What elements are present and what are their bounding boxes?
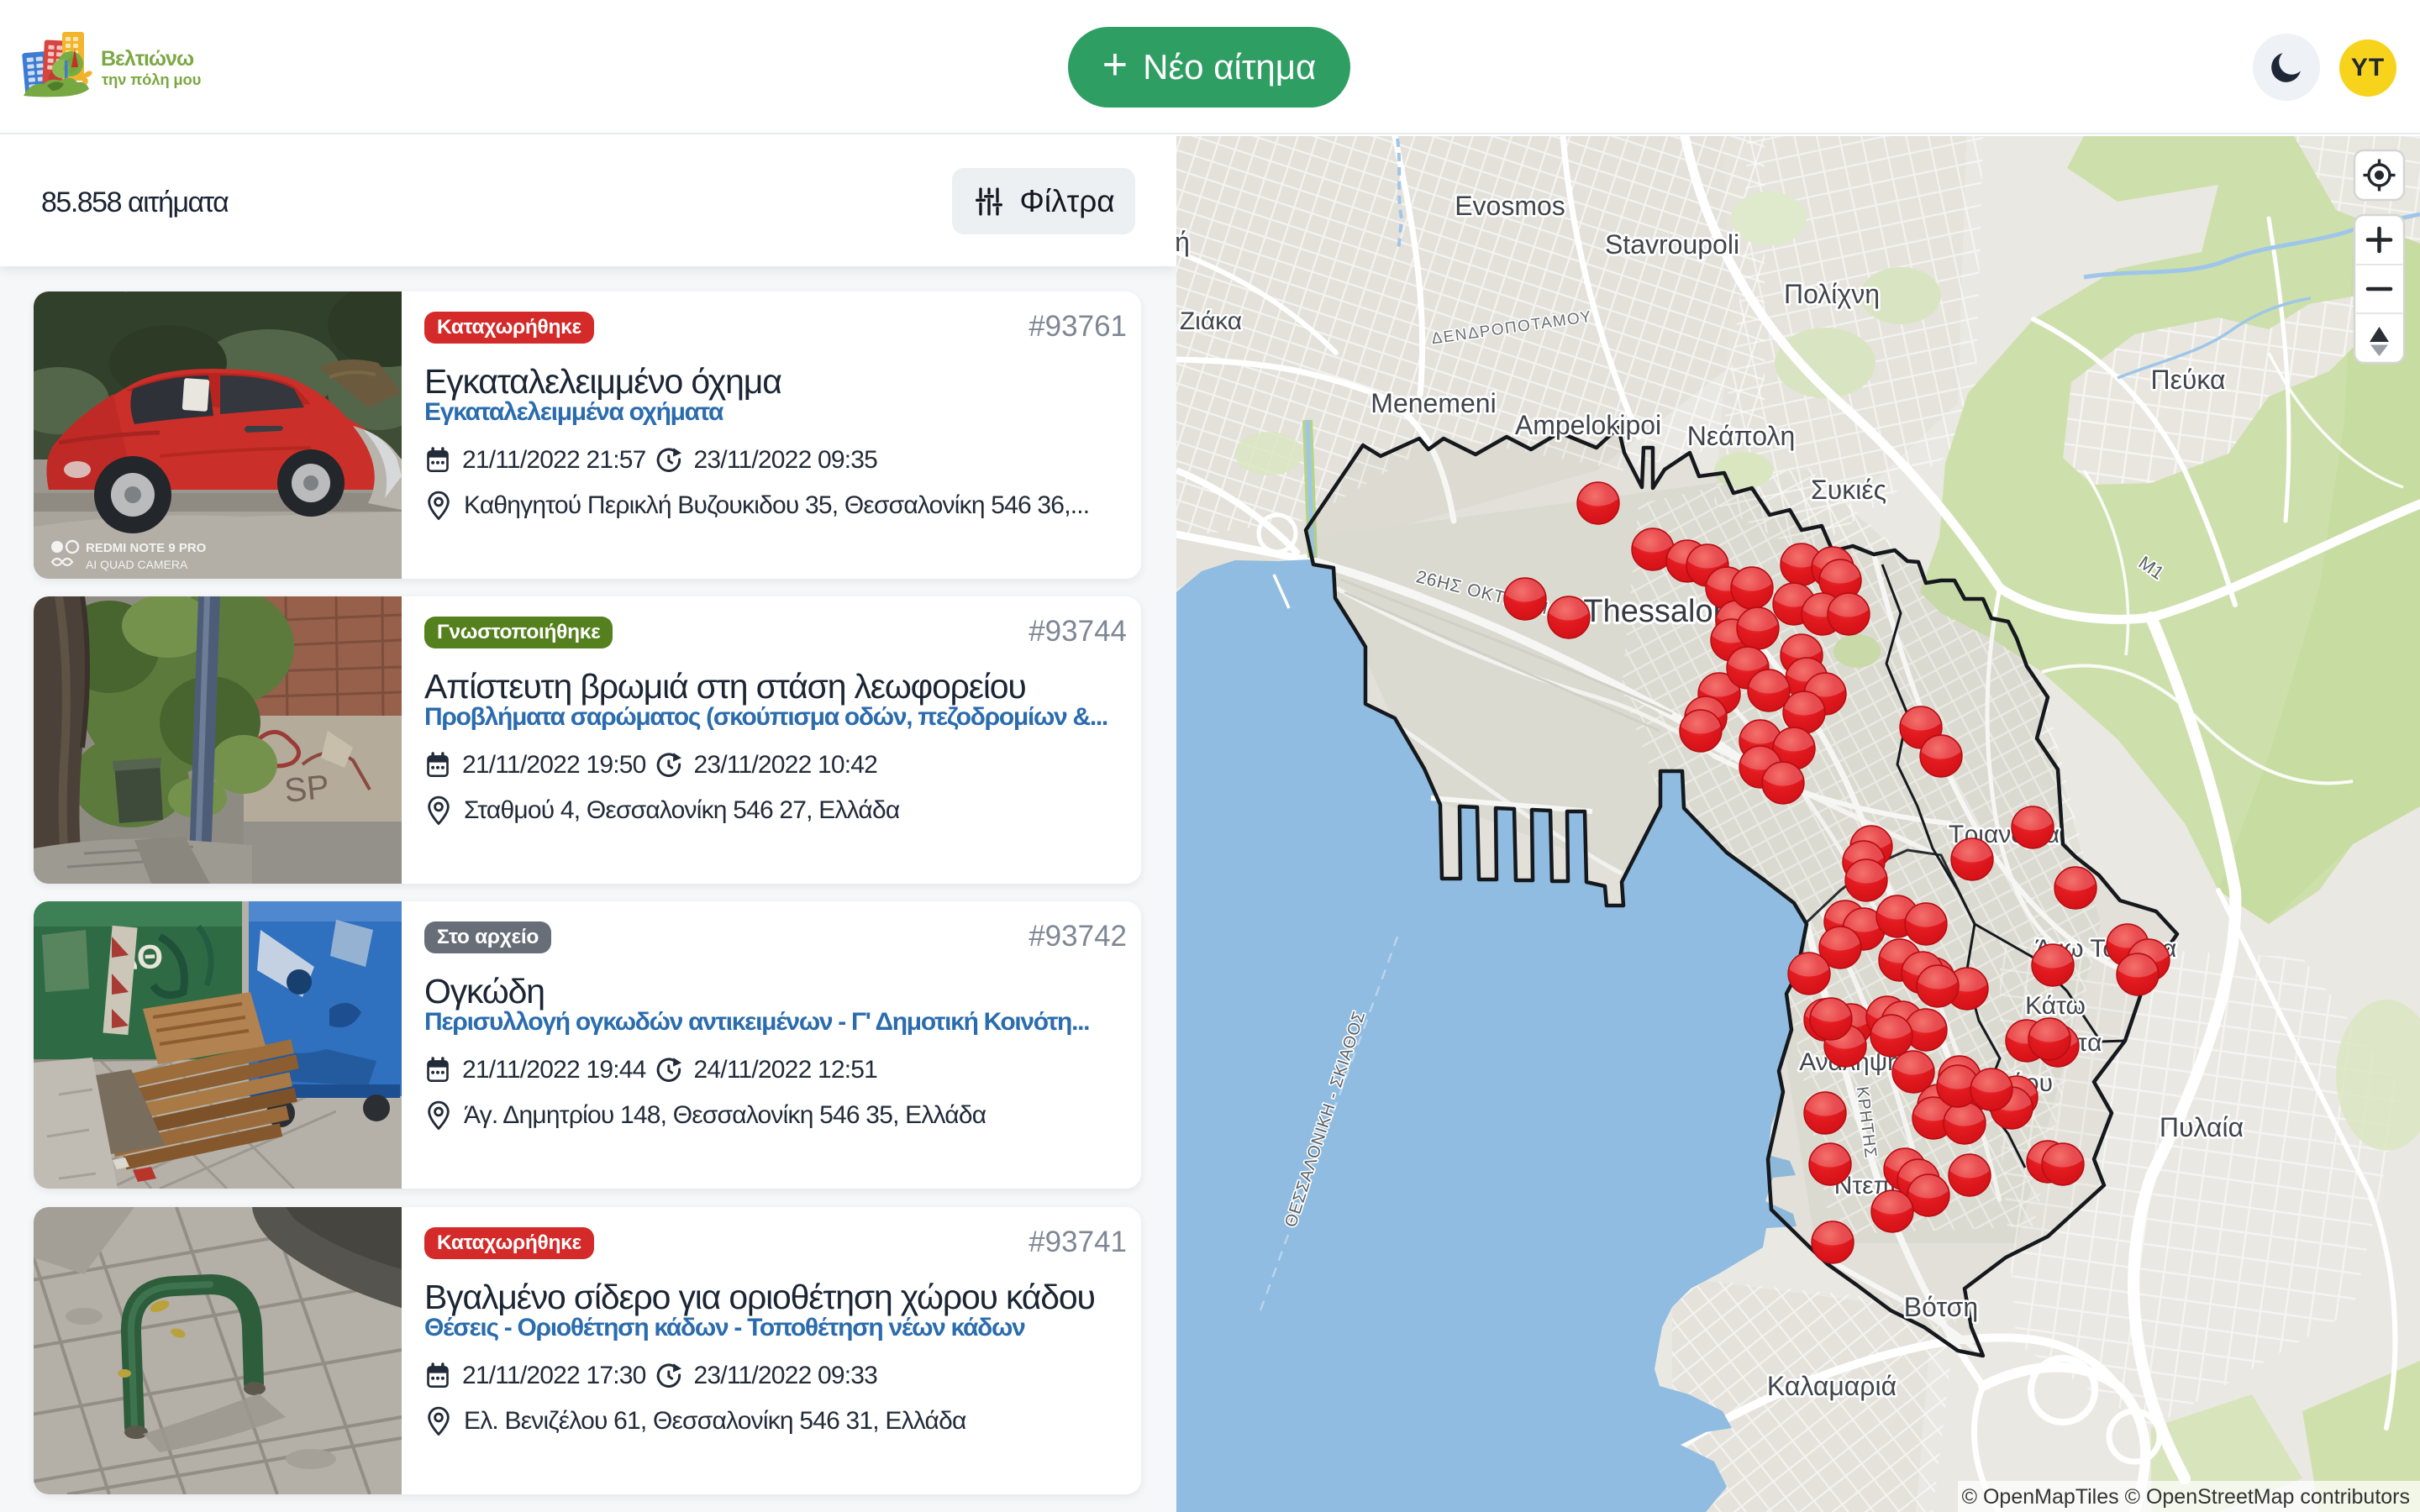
svg-text:SP: SP	[282, 769, 331, 810]
svg-text:ή: ή	[1176, 227, 1190, 257]
svg-text:Καλαμαριά: Καλαμαριά	[1767, 1371, 1897, 1401]
svg-text:Πυλαία: Πυλαία	[2160, 1112, 2244, 1142]
svg-text:REDMI NOTE 9 PRO: REDMI NOTE 9 PRO	[86, 541, 207, 555]
svg-text:Νεάπολη: Νεάπολη	[1687, 421, 1795, 451]
svg-text:Βότση: Βότση	[1904, 1292, 1978, 1322]
svg-text:Menemeni: Menemeni	[1370, 388, 1496, 418]
svg-text:Πεύκα: Πεύκα	[2151, 365, 2226, 395]
svg-text:Πολίχνη: Πολίχνη	[1784, 279, 1880, 309]
svg-text:Ζιάκα: Ζιάκα	[1180, 307, 1242, 335]
svg-text:© OpenMapTiles © OpenStreetMap: © OpenMapTiles © OpenStreetMap contribut…	[1962, 1485, 2410, 1509]
svg-text:Stavroupoli: Stavroupoli	[1605, 229, 1739, 260]
svg-text:Συκιές: Συκιές	[1811, 475, 1886, 505]
svg-text:Κάτω: Κάτω	[2025, 992, 2086, 1020]
svg-text:Ampelokipoi: Ampelokipoi	[1515, 410, 1661, 440]
svg-text:Evosmos: Evosmos	[1455, 191, 1565, 221]
svg-text:AI QUAD CAMERA: AI QUAD CAMERA	[86, 558, 188, 571]
